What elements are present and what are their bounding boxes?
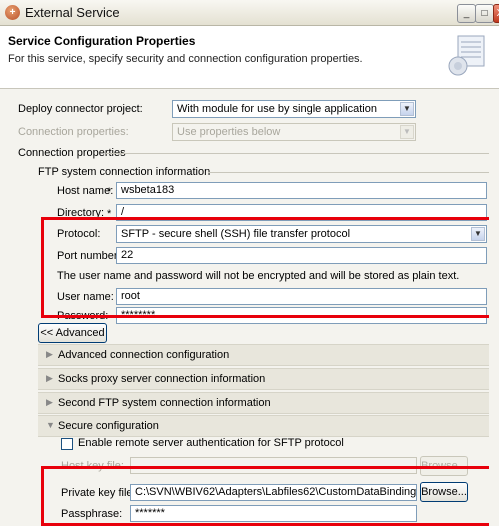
page-description: For this service, specify security and c…: [8, 53, 363, 65]
section-secure-configuration[interactable]: ▼ Secure configuration: [38, 415, 489, 437]
passphrase-input[interactable]: *******: [130, 505, 417, 522]
dropdown-arrow-icon: ▼: [400, 102, 414, 116]
plaintext-warning: The user name and password will not be e…: [57, 270, 460, 282]
directory-input[interactable]: /: [116, 204, 487, 221]
title-bar: + External Service _ □ X: [0, 0, 499, 26]
user-name-label: User name:: [57, 291, 114, 303]
passphrase-label: Passphrase:: [61, 508, 123, 520]
private-key-file-label: Private key file:: [61, 487, 136, 499]
protocol-label: Protocol:: [57, 228, 101, 240]
close-icon[interactable]: X: [493, 4, 499, 23]
connection-properties-select: Use properties below ▼: [172, 123, 416, 141]
dropdown-arrow-icon: ▼: [400, 125, 414, 139]
deploy-select[interactable]: With module for use by single applicatio…: [172, 100, 416, 118]
user-name-input[interactable]: root: [116, 288, 487, 305]
scrollbar[interactable]: [489, 89, 499, 526]
window-title: External Service: [25, 5, 120, 20]
password-label: Password:: [57, 310, 109, 322]
host-name-label: Host name:: [57, 185, 114, 197]
private-key-browse-button[interactable]: Browse...: [420, 482, 468, 502]
app-icon: +: [5, 5, 20, 20]
private-key-file-input[interactable]: C:\SVN\WBIV62\Adapters\Labfiles62\Custom…: [130, 484, 417, 501]
expand-triangle-icon: ▶: [46, 373, 53, 383]
dropdown-arrow-icon: ▼: [471, 227, 485, 241]
connection-properties-label: Connection properties:: [18, 126, 129, 138]
ftp-group-divider: [208, 172, 489, 173]
expand-triangle-icon: ▶: [46, 397, 53, 407]
advanced-toggle-button[interactable]: << Advanced: [38, 323, 107, 343]
enable-auth-checkbox[interactable]: [61, 438, 73, 450]
maximize-icon[interactable]: □: [475, 4, 494, 23]
section-advanced-connection[interactable]: ▶ Advanced connection configuration: [38, 344, 489, 366]
minimize-icon[interactable]: _: [457, 4, 476, 23]
port-number-input[interactable]: 22: [116, 247, 487, 264]
directory-label: Directory:: [57, 207, 105, 219]
page-title: Service Configuration Properties: [8, 34, 196, 48]
host-key-browse-button: Browse...: [420, 456, 468, 476]
deploy-label: Deploy connector project:: [18, 103, 143, 115]
section-divider: [106, 153, 489, 154]
required-marker: *: [107, 186, 112, 198]
protocol-select[interactable]: SFTP - secure shell (SSH) file transfer …: [116, 225, 487, 243]
host-key-file-input: [130, 457, 417, 474]
section-second-ftp[interactable]: ▶ Second FTP system connection informati…: [38, 392, 489, 414]
host-name-input[interactable]: wsbeta183: [116, 182, 487, 199]
external-service-window: + External Service _ □ X Service Configu…: [0, 0, 499, 526]
wizard-graphic-icon: [448, 35, 485, 76]
wizard-header: Service Configuration Properties For thi…: [0, 26, 499, 89]
enable-auth-label: Enable remote server authentication for …: [78, 437, 344, 449]
port-number-label: Port number:: [57, 250, 121, 262]
host-key-file-label: Host key file:: [61, 460, 124, 472]
section-socks-proxy[interactable]: ▶ Socks proxy server connection informat…: [38, 368, 489, 390]
ftp-group-label: FTP system connection information: [38, 166, 211, 178]
required-marker: *: [107, 208, 112, 220]
password-input[interactable]: ********: [116, 307, 487, 324]
collapse-triangle-icon: ▼: [46, 420, 55, 430]
expand-triangle-icon: ▶: [46, 349, 53, 359]
